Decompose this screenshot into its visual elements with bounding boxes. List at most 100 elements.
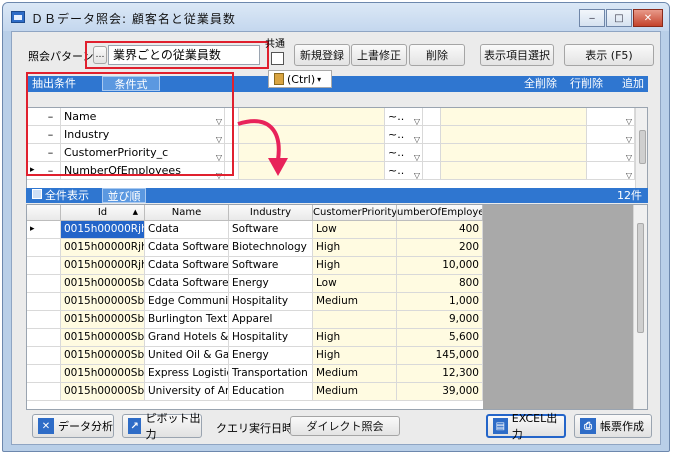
pattern-picker-button[interactable]: … <box>93 46 107 64</box>
table-cell[interactable]: Burlington Textil... <box>145 311 229 329</box>
condition-field-select[interactable]: Industry ▽ <box>61 126 225 144</box>
condition-field-select[interactable]: NumberOfEmployees ▽ <box>61 162 225 180</box>
column-header-number-of-employees[interactable]: umberOfEmployees <box>397 205 483 221</box>
scrollbar-thumb[interactable] <box>637 223 644 333</box>
column-header-industry[interactable]: Industry <box>229 205 313 221</box>
table-cell[interactable]: Medium <box>313 383 397 401</box>
condition-flag-cell[interactable] <box>423 162 441 180</box>
table-cell[interactable]: Medium <box>313 293 397 311</box>
table-cell[interactable]: United Oil & Gas... <box>145 347 229 365</box>
condition-operator-select[interactable]: ~.. ▽ <box>385 126 423 144</box>
table-cell[interactable]: High <box>313 347 397 365</box>
tab-extract-conditions[interactable]: 抽出条件 <box>28 76 80 91</box>
row-selector[interactable] <box>27 347 61 365</box>
table-cell[interactable]: 10,000 <box>397 257 483 275</box>
data-analysis-button[interactable]: ✕ データ分析 <box>32 414 114 438</box>
table-cell[interactable]: 200 <box>397 239 483 257</box>
condition-flag-cell[interactable] <box>423 144 441 162</box>
table-cell[interactable]: Biotechnology <box>229 239 313 257</box>
condition-operator-select[interactable]: ~.. ▽ <box>385 162 423 180</box>
row-delete-button[interactable]: 行削除 <box>566 76 607 91</box>
condition-value2-cell[interactable] <box>441 144 587 162</box>
condition-field-select[interactable]: Name ▽ <box>61 108 225 126</box>
table-cell[interactable]: High <box>313 257 397 275</box>
display-items-button[interactable]: 表示項目選択 <box>480 44 554 66</box>
condition-logic-select[interactable]: ▽ <box>587 126 635 144</box>
condition-operator-select[interactable]: ~.. ▽ <box>385 108 423 126</box>
condition-flag-cell[interactable] <box>423 126 441 144</box>
condition-flag-cell[interactable] <box>423 108 441 126</box>
table-cell[interactable]: Education <box>229 383 313 401</box>
table-cell[interactable]: Cdata Software <box>145 239 229 257</box>
table-cell[interactable]: 0015h00000Sbxf... <box>61 293 145 311</box>
condition-value2-cell[interactable] <box>441 162 587 180</box>
row-selector[interactable] <box>27 365 61 383</box>
delete-pattern-button[interactable]: 削除 <box>409 44 465 66</box>
table-cell[interactable]: 0015h00000Sbxf... <box>61 311 145 329</box>
row-selector[interactable] <box>27 293 61 311</box>
table-cell[interactable]: Hospitality <box>229 329 313 347</box>
table-cell[interactable]: Cdata Software ... <box>145 257 229 275</box>
table-cell[interactable]: Software <box>229 257 313 275</box>
row-selector[interactable] <box>27 257 61 275</box>
table-cell[interactable]: Software <box>229 221 313 239</box>
condition-logic-select[interactable]: ▽ <box>587 162 635 180</box>
table-cell[interactable]: Energy <box>229 347 313 365</box>
row-selector[interactable] <box>27 329 61 347</box>
table-cell[interactable]: High <box>313 239 397 257</box>
column-header-customer-priority[interactable]: CustomerPriority_c <box>313 205 397 221</box>
row-selector[interactable] <box>27 311 61 329</box>
display-button[interactable]: 表示 (F5) <box>564 44 654 66</box>
table-cell[interactable]: 800 <box>397 275 483 293</box>
table-cell[interactable]: Express Logistic... <box>145 365 229 383</box>
create-report-button[interactable]: ⎙ 帳票作成 <box>574 414 652 438</box>
table-cell[interactable]: Apparel <box>229 311 313 329</box>
table-cell[interactable]: 0015h00000Rjh4... <box>61 221 145 239</box>
condition-row[interactable]: – CustomerPriority_c ▽ ~.. ▽ ▽ <box>27 144 647 162</box>
table-cell[interactable]: Energy <box>229 275 313 293</box>
close-button[interactable]: ✕ <box>633 9 663 27</box>
show-all-toggle[interactable]: 全件表示 <box>28 188 93 203</box>
condition-logic-select[interactable]: ▽ <box>587 144 635 162</box>
table-cell[interactable]: Cdata <box>145 221 229 239</box>
table-cell[interactable]: University of Ari... <box>145 383 229 401</box>
condition-field-select[interactable]: CustomerPriority_c ▽ <box>61 144 225 162</box>
row-selector[interactable] <box>27 383 61 401</box>
table-cell[interactable]: 9,000 <box>397 311 483 329</box>
table-cell[interactable]: Hospitality <box>229 293 313 311</box>
table-cell[interactable]: 0015h00000Sbxf... <box>61 365 145 383</box>
paste-options-tag[interactable]: (Ctrl) ▾ <box>268 70 332 88</box>
table-cell[interactable]: Edge Communica... <box>145 293 229 311</box>
condition-value2-cell[interactable] <box>441 126 587 144</box>
row-selector[interactable] <box>27 275 61 293</box>
scrollbar-thumb[interactable] <box>639 130 646 164</box>
table-cell[interactable]: 400 <box>397 221 483 239</box>
condition-row[interactable]: ▸ – NumberOfEmployees ▽ ~.. ▽ ▽ <box>27 162 647 180</box>
table-cell[interactable] <box>313 311 397 329</box>
row-selector[interactable] <box>27 239 61 257</box>
table-cell[interactable]: 0015h00000RjhKf... <box>61 239 145 257</box>
table-cell[interactable]: 0015h00000Sbxf... <box>61 347 145 365</box>
condition-logic-select[interactable]: ▽ <box>587 108 635 126</box>
pattern-input[interactable]: 業界ごとの従業員数 <box>108 45 260 65</box>
table-cell[interactable]: Low <box>313 221 397 239</box>
table-cell[interactable]: Transportation <box>229 365 313 383</box>
table-cell[interactable]: 0015h00000Sbxf... <box>61 329 145 347</box>
clear-all-button[interactable]: 全削除 <box>520 76 561 91</box>
pivot-output-button[interactable]: ↗ ピボット出力 <box>122 412 202 441</box>
maximize-button[interactable]: □ <box>606 9 632 27</box>
table-cell[interactable]: 39,000 <box>397 383 483 401</box>
table-cell[interactable]: 0015h00000Sbxf... <box>61 383 145 401</box>
minimize-button[interactable]: ‒ <box>579 9 605 27</box>
condition-scrollbar[interactable] <box>635 108 647 190</box>
results-scrollbar[interactable] <box>633 205 647 409</box>
condition-value2-cell[interactable] <box>441 108 587 126</box>
new-register-button[interactable]: 新規登録 <box>294 44 350 66</box>
tab-condition-formula[interactable]: 条件式 <box>102 76 160 91</box>
table-cell[interactable]: Cdata Software ... <box>145 275 229 293</box>
table-cell[interactable]: Medium <box>313 365 397 383</box>
sort-order-button[interactable]: 並び順 <box>102 188 146 203</box>
table-cell[interactable]: 0015h00000Sbxf... <box>61 275 145 293</box>
table-cell[interactable]: High <box>313 329 397 347</box>
add-condition-button[interactable]: 追加 <box>618 76 648 91</box>
